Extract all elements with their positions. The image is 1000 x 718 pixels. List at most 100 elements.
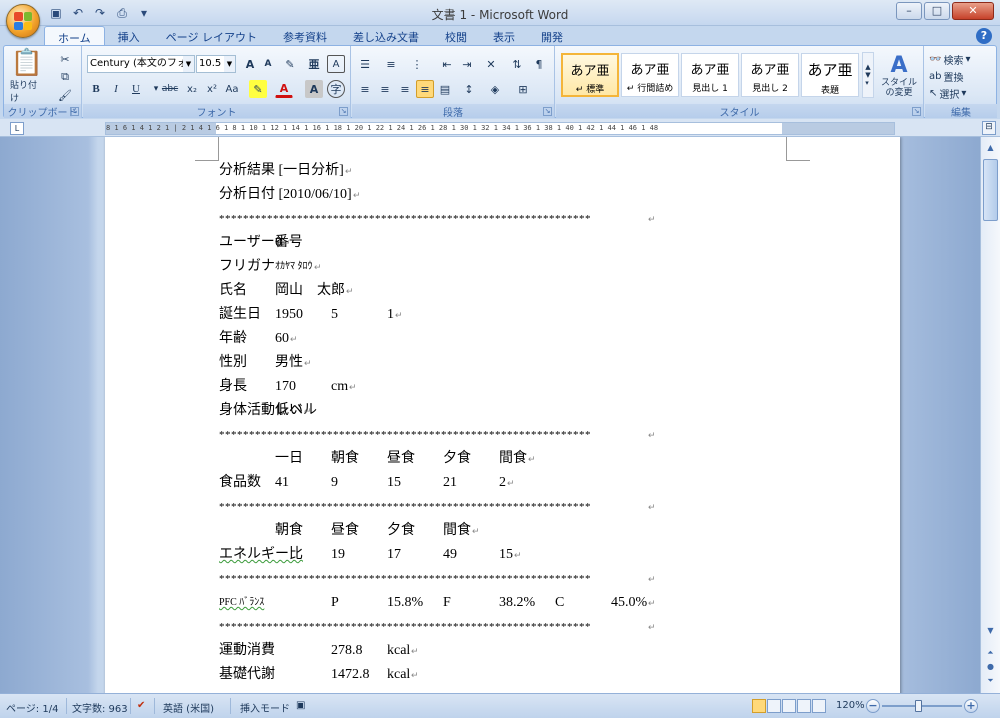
grow-font-button[interactable]: A: [241, 55, 259, 73]
shrink-font-button[interactable]: A: [259, 55, 277, 73]
styles-scroll[interactable]: ▲ ▼ ▾: [862, 52, 874, 98]
document-cell: 分析結果 [一日分析]: [219, 163, 344, 178]
char-border-icon[interactable]: A: [327, 55, 345, 73]
shading-icon[interactable]: ◈: [486, 80, 504, 98]
clear-format-icon[interactable]: ✎: [281, 55, 299, 73]
scroll-up-icon[interactable]: ▲: [983, 140, 998, 155]
vertical-scrollbar[interactable]: ▲ ▼ ⏶ ● ⏷: [980, 137, 1000, 693]
phonetic-guide-icon[interactable]: 亜: [305, 55, 323, 73]
distributed-icon[interactable]: ▤: [436, 80, 454, 98]
align-left-icon[interactable]: ≡: [356, 80, 374, 98]
tab-review[interactable]: 校閲: [432, 26, 480, 46]
minimize-button[interactable]: –: [896, 2, 922, 20]
asian-layout-icon[interactable]: ✕: [482, 55, 500, 73]
change-styles-button[interactable]: A スタイルの変更: [878, 50, 920, 102]
zoom-slider-thumb[interactable]: [915, 700, 922, 712]
clipboard-launcher-icon[interactable]: ↘: [70, 107, 79, 116]
prev-page-icon[interactable]: ⏶: [983, 645, 998, 660]
insert-mode[interactable]: 挿入モード: [240, 700, 290, 715]
browse-object-icon[interactable]: ●: [983, 659, 998, 674]
tab-home[interactable]: ホーム: [44, 26, 105, 46]
paragraph-mark-icon: ↵: [346, 286, 354, 296]
outline-view-icon[interactable]: [797, 699, 811, 713]
next-page-icon[interactable]: ⏷: [983, 673, 998, 688]
align-center-icon[interactable]: ≡: [376, 80, 394, 98]
cut-icon[interactable]: ✂: [56, 50, 74, 68]
decrease-indent-icon[interactable]: ⇤: [438, 55, 456, 73]
style-standard[interactable]: あア亜 ↵ 標準: [561, 53, 619, 97]
tab-mailings[interactable]: 差し込み文書: [340, 26, 432, 46]
font-launcher-icon[interactable]: ↘: [339, 107, 348, 116]
scroll-thumb[interactable]: [983, 159, 998, 221]
paragraph-launcher-icon[interactable]: ↘: [543, 107, 552, 116]
strikethrough-button[interactable]: abc: [161, 80, 179, 98]
italic-button[interactable]: I: [107, 80, 125, 98]
tab-references[interactable]: 参考資料: [270, 26, 340, 46]
tab-selector-icon[interactable]: L: [10, 122, 24, 135]
zoom-out-icon[interactable]: −: [866, 699, 880, 713]
print-layout-view-icon[interactable]: [752, 699, 766, 713]
horizontal-ruler[interactable]: 8 1 6 1 4 1 2 1 | 2 1 4 1 6 1 8 1 10 1 1…: [105, 122, 895, 135]
macro-record-icon[interactable]: ▣: [296, 700, 305, 711]
tab-view[interactable]: 表示: [480, 26, 528, 46]
find-button[interactable]: 👓 検索 ▾: [929, 51, 970, 67]
word-count[interactable]: 文字数: 963: [72, 700, 128, 715]
copy-icon[interactable]: ⧉: [56, 68, 74, 86]
enclose-char-icon[interactable]: 字: [327, 80, 345, 98]
web-layout-view-icon[interactable]: [782, 699, 796, 713]
tab-page-layout[interactable]: ページ レイアウト: [153, 26, 270, 46]
document-cell: 5: [331, 307, 338, 322]
bold-button[interactable]: B: [87, 80, 105, 98]
paragraph-mark-icon: ↵: [648, 574, 656, 584]
tab-insert[interactable]: 挿入: [105, 26, 153, 46]
draft-view-icon[interactable]: [812, 699, 826, 713]
paste-button[interactable]: 📋 貼り付け: [10, 48, 44, 104]
scroll-down-icon[interactable]: ▼: [983, 623, 998, 638]
font-name-select[interactable]: Century (本文のフォント▼: [87, 55, 195, 73]
style-title[interactable]: あア亜 表題: [801, 53, 859, 97]
format-painter-icon[interactable]: 🖌: [56, 86, 74, 104]
zoom-level[interactable]: 120%: [836, 700, 865, 711]
superscript-button[interactable]: x²: [203, 80, 221, 98]
zoom-in-icon[interactable]: +: [964, 699, 978, 713]
style-heading-2[interactable]: あア亜 見出し 2: [741, 53, 799, 97]
underline-button[interactable]: U: [127, 80, 145, 98]
borders-icon[interactable]: ⊞: [514, 80, 532, 98]
office-button[interactable]: [6, 4, 40, 38]
select-button[interactable]: ↖ 選択 ▾: [929, 85, 966, 101]
sort-icon[interactable]: ⇅: [508, 55, 526, 73]
increase-indent-icon[interactable]: ⇥: [458, 55, 476, 73]
style-no-spacing[interactable]: あア亜 ↵ 行間詰め: [621, 53, 679, 97]
tab-developer[interactable]: 開発: [528, 26, 576, 46]
font-size-select[interactable]: 10.5 ▼: [196, 55, 236, 73]
char-shading-icon[interactable]: A: [305, 80, 323, 98]
styles-launcher-icon[interactable]: ↘: [912, 107, 921, 116]
line-spacing-icon[interactable]: ↕: [460, 80, 478, 98]
view-ruler-icon[interactable]: ⊟: [982, 121, 996, 135]
numbering-icon[interactable]: ≡: [382, 55, 400, 73]
document-cell: kcal: [387, 643, 411, 658]
document-body[interactable]: 分析結果 [一日分析] ↵ 分析日付 [2010/06/10] ↵ **********…: [219, 159, 779, 687]
help-icon[interactable]: ?: [976, 28, 992, 44]
align-right-icon[interactable]: ≡: [396, 80, 414, 98]
full-screen-view-icon[interactable]: [767, 699, 781, 713]
proofing-icon[interactable]: ✔: [137, 700, 145, 711]
bullets-icon[interactable]: ☰: [356, 55, 374, 73]
subscript-button[interactable]: x₂: [183, 80, 201, 98]
page-indicator[interactable]: ページ: 1/4: [6, 700, 58, 715]
restore-button[interactable]: □: [924, 2, 950, 20]
font-color-icon[interactable]: A: [275, 80, 293, 98]
replace-button[interactable]: ab 置換: [929, 68, 963, 84]
separator-stars: ****************************************…: [219, 429, 591, 441]
language-indicator[interactable]: 英語 (米国): [163, 700, 214, 715]
show-marks-icon[interactable]: ¶: [530, 55, 548, 73]
zoom-slider[interactable]: [882, 705, 962, 707]
highlight-icon[interactable]: ✎: [249, 80, 267, 98]
justify-icon[interactable]: ≡: [416, 80, 434, 98]
document-page[interactable]: 分析結果 [一日分析] ↵ 分析日付 [2010/06/10] ↵ **********…: [105, 137, 900, 693]
close-button[interactable]: ✕: [952, 2, 994, 20]
change-case-button[interactable]: Aa: [223, 80, 241, 98]
separator-stars: ****************************************…: [219, 501, 591, 513]
multilevel-list-icon[interactable]: ⋮: [408, 55, 426, 73]
style-heading-1[interactable]: あア亜 見出し 1: [681, 53, 739, 97]
